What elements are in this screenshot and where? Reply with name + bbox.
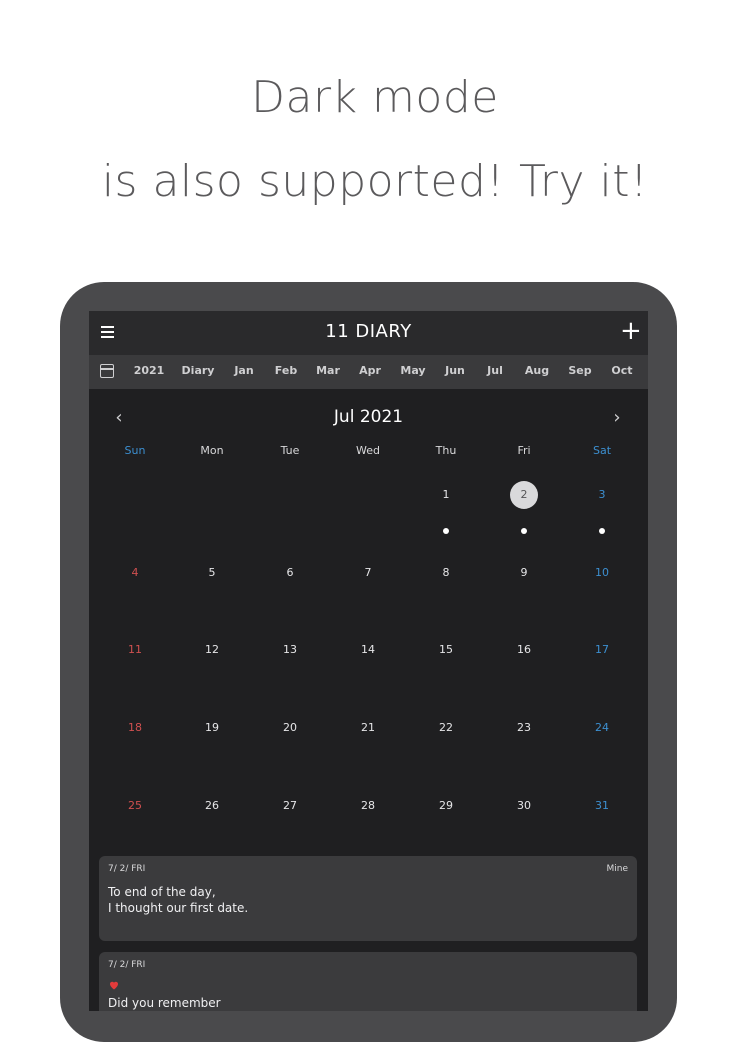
strip-item[interactable]: Jan [234, 364, 253, 377]
calendar-day[interactable]: 31 [582, 799, 622, 812]
calendar-day[interactable]: 27 [270, 799, 310, 812]
calendar-day[interactable]: 21 [348, 721, 388, 734]
strip-item[interactable]: Feb [275, 364, 297, 377]
app-title: 11 DIARY [325, 321, 412, 342]
weekday-label: Sun [124, 444, 146, 457]
entry-date: 7/ 2/ FRI [108, 864, 146, 874]
entry-indicator-dot [443, 528, 449, 534]
entry-indicator-dot [599, 528, 605, 534]
calendar-day[interactable]: 6 [270, 566, 310, 579]
calendar-day[interactable]: 20 [270, 721, 310, 734]
heart-icon [110, 981, 118, 990]
weekday-label: Sat [592, 444, 612, 457]
entry-indicator-dot [521, 528, 527, 534]
entry-text: To end of the day, I thought our first d… [108, 884, 248, 916]
month-strip: 2021 Diary Jan Feb Mar Apr May Jun Jul Aug Sep Oct [89, 355, 648, 389]
weekday-label: Mon [200, 444, 224, 457]
calendar-day[interactable]: 14 [348, 643, 388, 656]
strip-item[interactable]: Jul [487, 364, 503, 377]
promo-headline-line-1: Dark mode [251, 72, 499, 123]
calendar-day[interactable]: 28 [348, 799, 388, 812]
entry-date: 7/ 2/ FRI [108, 960, 146, 970]
diary-entry-card[interactable]: 7/ 2/ FRI Mine To end of the day, I thou… [99, 856, 637, 941]
entry-text-line: Did you remember [108, 996, 221, 1010]
calendar-day[interactable]: 1 [426, 488, 466, 501]
calendar-day[interactable]: 24 [582, 721, 622, 734]
strip-item[interactable]: Jun [445, 364, 465, 377]
plus-icon[interactable]: + [620, 318, 642, 344]
calendar-day[interactable]: 12 [192, 643, 232, 656]
calendar-day[interactable]: 4 [115, 566, 155, 579]
entry-text-line: To end of the day, [108, 885, 216, 899]
weekday-label: Wed [356, 444, 380, 457]
calendar-month-title: Jul 2021 [333, 407, 404, 427]
weekday-label: Tue [280, 444, 300, 457]
calendar-day[interactable]: 13 [270, 643, 310, 656]
calendar-day[interactable]: 16 [504, 643, 544, 656]
calendar-day[interactable]: 11 [115, 643, 155, 656]
entry-text-line: I thought our first date. [108, 901, 249, 915]
strip-item[interactable]: May [400, 364, 425, 377]
calendar-day[interactable]: 22 [426, 721, 466, 734]
calendar-day[interactable]: 30 [504, 799, 544, 812]
diary-entry-card[interactable]: 7/ 2/ FRI Did you remember [99, 952, 637, 1011]
calendar-day[interactable]: 8 [426, 566, 466, 579]
calendar-day[interactable]: 23 [504, 721, 544, 734]
strip-item[interactable]: Aug [525, 364, 549, 377]
calendar-day[interactable]: 15 [426, 643, 466, 656]
calendar-day[interactable]: 25 [115, 799, 155, 812]
calendar-day[interactable]: 5 [192, 566, 232, 579]
calendar-day[interactable]: 7 [348, 566, 388, 579]
calendar-day[interactable]: 2 [504, 488, 544, 501]
calendar-day[interactable]: 3 [582, 488, 622, 501]
promo-headline-line-2: is also supported! Try it! [101, 156, 649, 207]
entry-text: Did you remember [108, 995, 221, 1011]
chevron-right-icon[interactable]: › [607, 407, 627, 428]
calendar-day[interactable]: 29 [426, 799, 466, 812]
calendar-icon[interactable] [100, 364, 114, 378]
calendar-day[interactable]: 9 [504, 566, 544, 579]
calendar-day[interactable]: 18 [115, 721, 155, 734]
strip-item[interactable]: Apr [359, 364, 381, 377]
strip-item[interactable]: Oct [611, 364, 632, 377]
calendar-day[interactable]: 19 [192, 721, 232, 734]
entry-tag: Mine [606, 864, 628, 874]
strip-item[interactable]: Diary [182, 364, 215, 377]
weekday-label: Fri [517, 444, 531, 457]
strip-item[interactable]: Mar [316, 364, 340, 377]
app-screen: 11 DIARY + 2021 Diary Jan Feb Mar Apr May Jun Ju… [89, 311, 648, 1011]
strip-item[interactable]: 2021 [134, 364, 165, 377]
weekday-label: Thu [435, 444, 457, 457]
strip-item[interactable]: Sep [568, 364, 591, 377]
calendar-day[interactable]: 10 [582, 566, 622, 579]
calendar-day[interactable]: 26 [192, 799, 232, 812]
app-header: 11 DIARY + [89, 311, 648, 355]
calendar-day[interactable]: 17 [582, 643, 622, 656]
